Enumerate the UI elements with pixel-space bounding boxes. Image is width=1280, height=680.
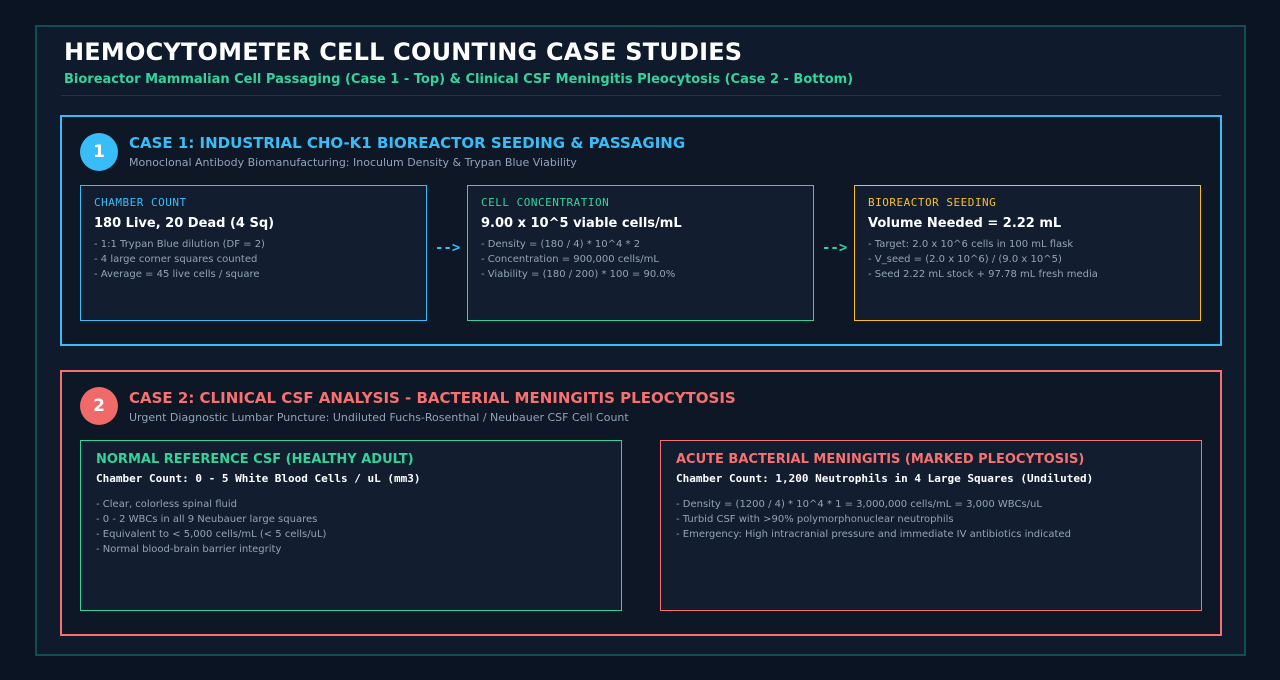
acute-note: - Emergency: High intracranial pressure … bbox=[676, 529, 1071, 540]
normal-csf-count: Chamber Count: 0 - 5 White Blood Cells /… bbox=[96, 472, 421, 485]
chamber-count-value: 180 Live, 20 Dead (4 Sq) bbox=[94, 216, 275, 231]
cell-concentration-label: CELL CONCENTRATION bbox=[481, 196, 610, 209]
bioreactor-seeding-value: Volume Needed = 2.22 mL bbox=[868, 216, 1062, 231]
page-subtitle: Bioreactor Mammalian Cell Passaging (Cas… bbox=[64, 72, 854, 87]
acute-meningitis-box: ACUTE BACTERIAL MENINGITIS (MARKED PLEOC… bbox=[660, 440, 1202, 611]
cell-concentration-notes: - Density = (180 / 4) * 10^4 * 2 - Conce… bbox=[481, 237, 800, 282]
bioreactor-seeding-notes: - Target: 2.0 x 10^6 cells in 100 mL fla… bbox=[868, 237, 1187, 282]
seeding-note: - V_seed = (2.0 x 10^6) / (9.0 x 10^5) bbox=[868, 254, 1062, 265]
case2-title: CASE 2: CLINICAL CSF ANALYSIS - BACTERIA… bbox=[129, 389, 736, 407]
concentration-note: - Concentration = 900,000 cells/mL bbox=[481, 254, 659, 265]
acute-meningitis-notes: - Density = (1200 / 4) * 10^4 * 1 = 3,00… bbox=[676, 497, 1186, 542]
normal-note: - 0 - 2 WBCs in all 9 Neubauer large squ… bbox=[96, 514, 318, 525]
seeding-note: - Target: 2.0 x 10^6 cells in 100 mL fla… bbox=[868, 239, 1074, 250]
normal-csf-box: NORMAL REFERENCE CSF (HEALTHY ADULT) Cha… bbox=[80, 440, 622, 611]
bioreactor-seeding-box: BIOREACTOR SEEDING Volume Needed = 2.22 … bbox=[854, 185, 1201, 321]
acute-meningitis-title: ACUTE BACTERIAL MENINGITIS (MARKED PLEOC… bbox=[676, 452, 1085, 467]
case1-panel: 1 CASE 1: INDUSTRIAL CHO-K1 BIOREACTOR S… bbox=[60, 115, 1222, 346]
cell-concentration-box: CELL CONCENTRATION 9.00 x 10^5 viable ce… bbox=[467, 185, 814, 321]
normal-csf-notes: - Clear, colorless spinal fluid - 0 - 2 … bbox=[96, 497, 606, 557]
case1-number-badge: 1 bbox=[80, 133, 118, 171]
normal-note: - Equivalent to < 5,000 cells/mL (< 5 ce… bbox=[96, 529, 327, 540]
normal-note: - Clear, colorless spinal fluid bbox=[96, 499, 237, 510]
cell-concentration-value: 9.00 x 10^5 viable cells/mL bbox=[481, 216, 682, 231]
flow-arrow-2: --> bbox=[822, 240, 848, 256]
case2-panel: 2 CASE 2: CLINICAL CSF ANALYSIS - BACTER… bbox=[60, 370, 1222, 636]
chamber-note: - 4 large corner squares counted bbox=[94, 254, 258, 265]
acute-meningitis-count: Chamber Count: 1,200 Neutrophils in 4 La… bbox=[676, 472, 1094, 485]
normal-note: - Normal blood-brain barrier integrity bbox=[96, 544, 282, 555]
bioreactor-seeding-label: BIOREACTOR SEEDING bbox=[868, 196, 997, 209]
acute-note: - Turbid CSF with >90% polymorphonuclear… bbox=[676, 514, 954, 525]
case1-title: CASE 1: INDUSTRIAL CHO-K1 BIOREACTOR SEE… bbox=[129, 134, 686, 152]
normal-csf-title: NORMAL REFERENCE CSF (HEALTHY ADULT) bbox=[96, 452, 414, 467]
flow-arrow-1: --> bbox=[435, 240, 461, 256]
acute-note: - Density = (1200 / 4) * 10^4 * 1 = 3,00… bbox=[676, 499, 1042, 510]
chamber-count-label: CHAMBER COUNT bbox=[94, 196, 187, 209]
concentration-note: - Density = (180 / 4) * 10^4 * 2 bbox=[481, 239, 641, 250]
page-title: HEMOCYTOMETER CELL COUNTING CASE STUDIES bbox=[64, 38, 743, 66]
chamber-count-notes: - 1:1 Trypan Blue dilution (DF = 2) - 4 … bbox=[94, 237, 413, 282]
seeding-note: - Seed 2.22 mL stock + 97.78 mL fresh me… bbox=[868, 269, 1098, 280]
chamber-note: - 1:1 Trypan Blue dilution (DF = 2) bbox=[94, 239, 265, 250]
header-divider bbox=[61, 95, 1221, 96]
case2-subtitle: Urgent Diagnostic Lumbar Puncture: Undil… bbox=[129, 411, 629, 424]
chamber-note: - Average = 45 live cells / square bbox=[94, 269, 260, 280]
concentration-note: - Viability = (180 / 200) * 100 = 90.0% bbox=[481, 269, 676, 280]
case2-number-badge: 2 bbox=[80, 387, 118, 425]
case1-subtitle: Monoclonal Antibody Biomanufacturing: In… bbox=[129, 156, 577, 169]
chamber-count-box: CHAMBER COUNT 180 Live, 20 Dead (4 Sq) -… bbox=[80, 185, 427, 321]
